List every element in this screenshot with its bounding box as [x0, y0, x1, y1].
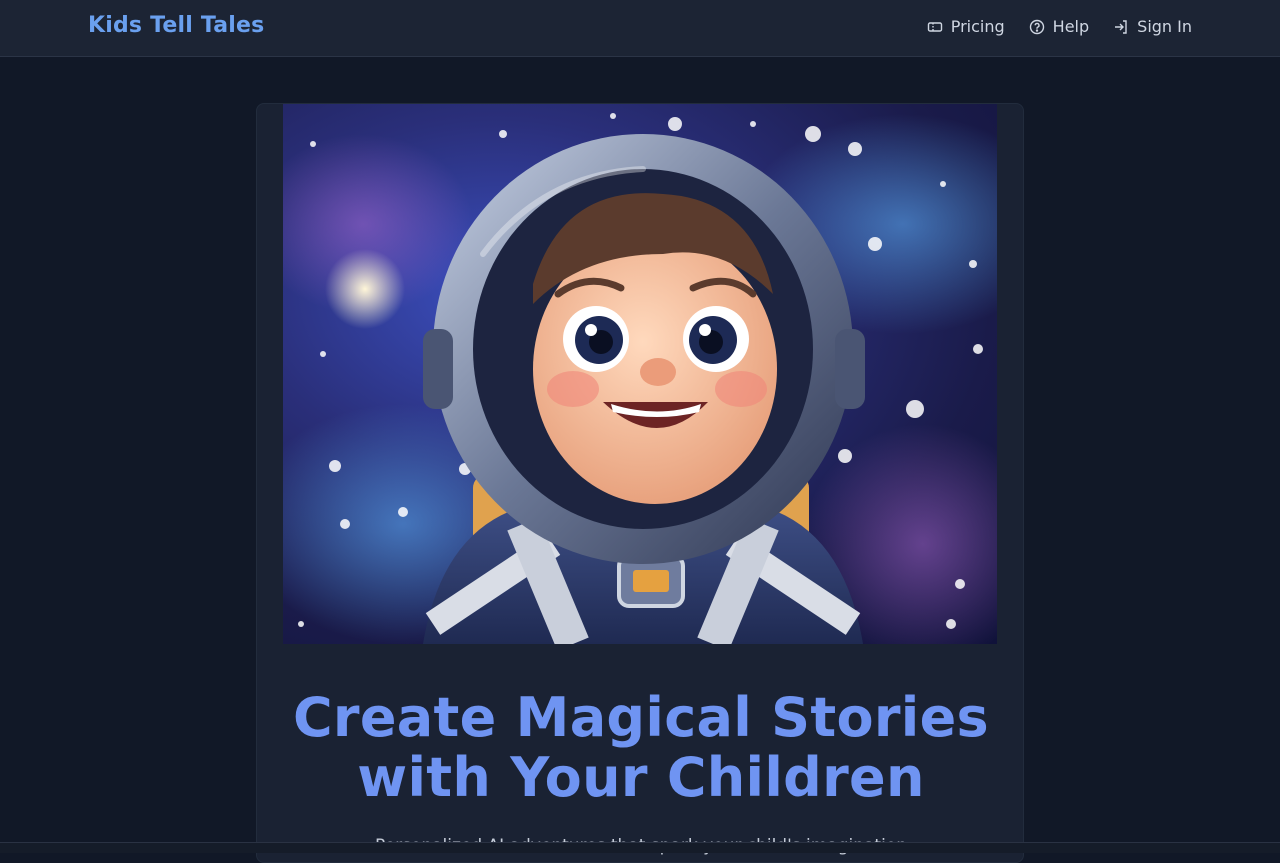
nav-pricing-label: Pricing — [950, 17, 1005, 36]
nav-menu: Pricing Help Sign In — [927, 17, 1192, 36]
bottom-edge — [0, 842, 1280, 853]
ticket-icon — [927, 21, 942, 32]
help-circle-icon — [1029, 19, 1044, 34]
hero-card: Create Magical Stories with Your Childre… — [256, 103, 1024, 863]
nav-help-link[interactable]: Help — [1029, 17, 1089, 36]
nav-pricing-link[interactable]: Pricing — [927, 17, 1005, 36]
sign-in-icon — [1115, 19, 1127, 34]
headline-line-2: with Your Children — [357, 746, 925, 809]
nav-help-label: Help — [1052, 17, 1090, 36]
headline-line-1: Create Magical Stories — [293, 686, 989, 749]
top-navigation-bar: Kids Tell Tales Pricing Help Sign In — [0, 0, 1280, 57]
nav-sign-in-label: Sign In — [1137, 17, 1192, 36]
astronaut-illustration — [283, 113, 997, 644]
nav-sign-in-link[interactable]: Sign In — [1113, 17, 1192, 36]
brand-logo-link[interactable]: Kids Tell Tales — [88, 13, 264, 38]
hero-headline: Create Magical Stories with Your Childre… — [257, 686, 1023, 809]
hero-image — [283, 104, 997, 644]
